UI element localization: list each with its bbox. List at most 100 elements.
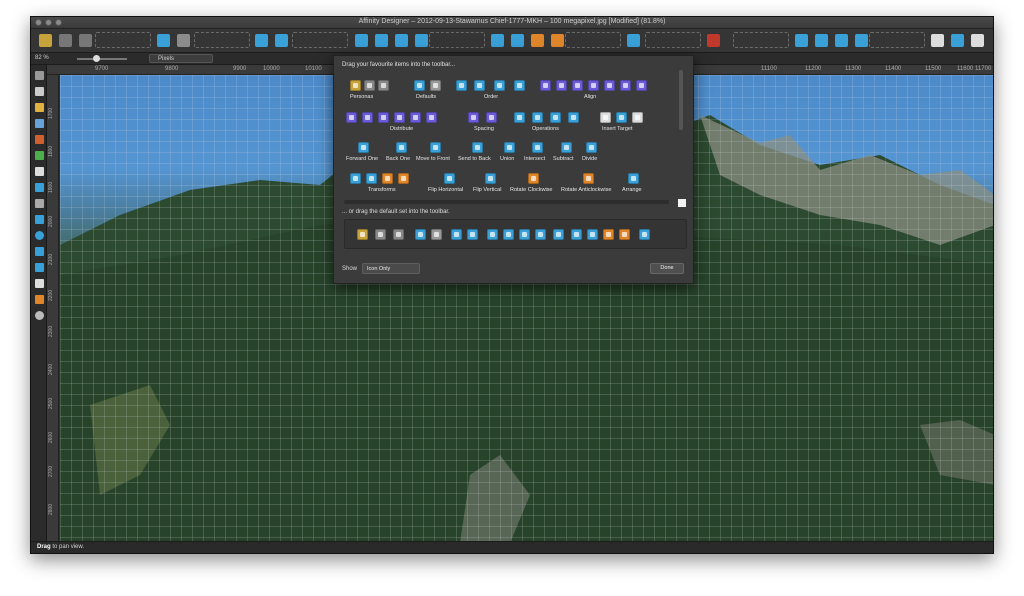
item-label: Divide — [582, 156, 598, 162]
item-label: Send to Back — [458, 156, 491, 162]
toolbar-item-flip-horizontal[interactable]: Flip Horizontal — [428, 173, 472, 197]
hand-tool-icon[interactable] — [35, 295, 44, 304]
toolbar-item-order[interactable]: Order — [456, 80, 538, 104]
insert-target-icon[interactable] — [931, 34, 944, 47]
toolbar-item-rotate-anticlockwise[interactable]: Rotate Anticlockwise — [561, 173, 621, 197]
union-icon — [553, 229, 564, 240]
back-one-icon[interactable] — [375, 34, 388, 47]
item-label: Align — [584, 94, 597, 100]
mask-icon[interactable] — [971, 34, 984, 47]
toolbar-item-rotate-clockwise[interactable]: Rotate Clockwise — [510, 173, 560, 197]
ellipse-tool-icon[interactable] — [35, 231, 44, 240]
send-back-icon — [535, 229, 546, 240]
toolbar-item-defaults[interactable]: Defaults — [410, 80, 450, 104]
node-tool-icon[interactable] — [35, 87, 44, 96]
insert-inside-icon[interactable] — [951, 34, 964, 47]
divide-icon — [568, 112, 579, 123]
rotate-anticlockwise-icon[interactable] — [551, 34, 564, 47]
toolbar-item-forward-one[interactable]: Forward One — [346, 142, 384, 166]
item-label: Union — [500, 156, 515, 162]
pixel-persona-icon[interactable] — [59, 34, 72, 47]
text-tool-icon[interactable] — [35, 279, 44, 288]
flip-horizontal-icon[interactable] — [491, 34, 504, 47]
back-one-icon — [503, 229, 514, 240]
toolbar-item-move-to-front[interactable]: Move to Front — [416, 142, 458, 166]
send-back-icon — [514, 80, 525, 91]
default-toolbar-set[interactable] — [344, 219, 687, 249]
snapping-icon[interactable] — [707, 34, 720, 47]
flip-vertical-icon — [587, 229, 598, 240]
pixel-persona-icon — [375, 229, 386, 240]
flip-vertical-icon[interactable] — [511, 34, 524, 47]
send-back-icon[interactable] — [415, 34, 428, 47]
crop-tool-icon[interactable] — [35, 199, 44, 208]
toolbar-item-back-one[interactable]: Back One — [386, 142, 418, 166]
forward-one-icon — [456, 80, 467, 91]
show-select[interactable]: Icon Only — [362, 263, 420, 274]
designer-persona-icon[interactable] — [39, 34, 52, 47]
rounded-rect-tool-icon[interactable] — [35, 247, 44, 256]
align-top-icon — [588, 80, 599, 91]
move-tool-icon[interactable] — [35, 71, 44, 80]
export-persona-icon — [378, 80, 389, 91]
ruler-label: 10100 — [305, 66, 322, 72]
flip-horizontal-icon — [444, 173, 455, 184]
rectangle-tool-icon[interactable] — [35, 215, 44, 224]
intersect-icon[interactable] — [815, 34, 828, 47]
export-persona-icon[interactable] — [79, 34, 92, 47]
fill-tool-icon[interactable] — [35, 151, 44, 160]
toolbar-item-align[interactable]: Align — [540, 80, 650, 104]
item-label: Order — [484, 94, 499, 100]
status-hint-bold: Drag — [37, 544, 51, 550]
toolbar-item-arrange[interactable]: Arrange — [622, 173, 648, 197]
zoom-tool-icon[interactable] — [35, 311, 44, 320]
fill-default-icon[interactable] — [157, 34, 170, 47]
toolbar-item-transforms[interactable]: Transforms — [346, 173, 426, 197]
insert-front-icon[interactable] — [275, 34, 288, 47]
pencil-tool-icon[interactable] — [35, 119, 44, 128]
toolbar-item-subtract[interactable]: Subtract — [553, 142, 581, 166]
union-icon[interactable] — [795, 34, 808, 47]
align-middle-icon — [604, 80, 615, 91]
pen-tool-icon[interactable] — [35, 103, 44, 112]
units-select[interactable]: Pixels — [149, 54, 213, 63]
eyedropper-tool-icon[interactable] — [35, 167, 44, 176]
toolbar-item-operations[interactable]: Operations — [512, 112, 588, 136]
zoom-slider-knob[interactable] — [93, 55, 100, 62]
toolbar-item-spacing[interactable]: Spacing — [468, 112, 508, 136]
forward-one-icon[interactable] — [355, 34, 368, 47]
transparency-tool-icon[interactable] — [35, 183, 44, 192]
toolbar-item-divide[interactable]: Divide — [582, 142, 606, 166]
toolbar-item-send-to-back[interactable]: Send to Back — [458, 142, 498, 166]
triangle-tool-icon[interactable] — [35, 263, 44, 272]
vertical-ruler: 2900 2800 2700 2600 2500 2400 2300 2200 … — [47, 75, 59, 553]
brush-tool-icon[interactable] — [35, 135, 44, 144]
rotate-clockwise-icon[interactable] — [531, 34, 544, 47]
toolbar-item-flip-vertical[interactable]: Flip Vertical — [473, 173, 509, 197]
dialog-scrollbar[interactable] — [679, 70, 683, 130]
item-label: Spacing — [474, 126, 494, 132]
ruler-label: 2700 — [48, 465, 54, 477]
horizontal-scrollbar[interactable] — [344, 200, 669, 204]
insert-behind-icon[interactable] — [255, 34, 268, 47]
spacing-vertical-icon — [486, 112, 497, 123]
zoom-slider[interactable] — [77, 58, 127, 60]
ruler-label: 1800 — [48, 145, 54, 157]
zoom-level[interactable]: 82 % — [35, 55, 49, 61]
toolbar-item-personas[interactable]: Personas — [350, 80, 390, 104]
move-front-icon[interactable] — [395, 34, 408, 47]
done-button[interactable]: Done — [650, 263, 684, 274]
stroke-default-icon[interactable] — [177, 34, 190, 47]
subtract-icon[interactable] — [835, 34, 848, 47]
fill-icon — [414, 80, 425, 91]
divide-icon[interactable] — [855, 34, 868, 47]
ruler-label: 11400 — [885, 66, 902, 72]
ruler-label: 2000 — [48, 215, 54, 227]
align-icon[interactable] — [627, 34, 640, 47]
ruler-label: 11300 — [845, 66, 862, 72]
toolbar-item-intersect[interactable]: Intersect — [524, 142, 552, 166]
insert-front-icon — [467, 229, 478, 240]
toolbar-item-distribute[interactable]: Distribute — [346, 112, 456, 136]
toolbar-item-union[interactable]: Union — [500, 142, 522, 166]
toolbar-item-insert-target[interactable]: Insert Target — [596, 112, 656, 136]
